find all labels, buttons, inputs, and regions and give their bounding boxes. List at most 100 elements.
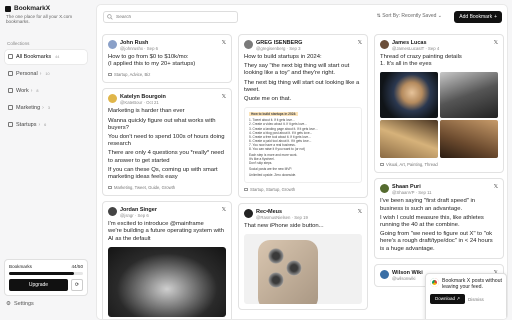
add-bookmark-button[interactable]: Add Bookmark +	[454, 11, 502, 23]
avatar[interactable]	[380, 184, 389, 194]
bookmark-logo-icon	[5, 5, 11, 12]
doc-line: Don't skip steps.	[249, 161, 273, 166]
author-handle: @RasmusNielsen · Sep 19	[256, 214, 308, 220]
tweet-line: (I applied this to my 20+ startups)	[108, 61, 196, 68]
tweet-document-image[interactable]: How to build startups in 2024: 1. Tweet …	[244, 107, 362, 183]
painting-image[interactable]	[440, 72, 498, 119]
x-logo-icon[interactable]: 𝕏	[494, 184, 498, 190]
app-tagline: The one place for all your X.com bookmar…	[6, 14, 73, 25]
chevron-down-icon: ⌄	[436, 13, 442, 19]
bookmark-card[interactable]: Rec•Meus @RasmusNielsen · Sep 19 𝕏 That ne…	[238, 202, 368, 310]
x-logo-icon[interactable]: 𝕏	[222, 94, 226, 100]
usage-value: 44/50	[71, 264, 84, 269]
doc-line: Social posts are the new MVP.	[249, 167, 292, 172]
x-logo-icon[interactable]: 𝕏	[358, 209, 362, 215]
extension-popup: Bookmark X posts without leaving your fe…	[425, 273, 507, 319]
sidebar-item-count: 6	[44, 122, 47, 127]
brand[interactable]: BookmarkX	[5, 5, 87, 12]
bookmark-card[interactable]: GREG ISENBERG @gregisenberg · Sep 3𝕏 How …	[238, 34, 368, 198]
usage-progress-bar	[9, 272, 83, 275]
sidebar-item-all-bookmarks[interactable]: All Bookmarks 44	[5, 49, 87, 64]
tweet-line: Marketing is harder than ever	[108, 108, 185, 115]
tweet-text: I've been saying "first draft speed" in …	[380, 198, 498, 252]
tweet-image-gallery[interactable]	[380, 72, 498, 159]
app-window: BookmarkX The one place for all your X.c…	[0, 0, 512, 320]
sidebar-item-label: All Bookmarks	[16, 53, 52, 60]
avatar[interactable]	[380, 269, 389, 279]
chevron-right-icon: ›	[30, 87, 33, 94]
painting-image[interactable]	[380, 72, 438, 119]
folder-icon	[8, 71, 13, 77]
tweet-line: How to build startups in 2024:	[244, 54, 322, 60]
tags-text: Marketing, Tweet, Guide, Growth	[114, 185, 176, 191]
tweet-line: The next big thing will start out lookin…	[244, 79, 360, 93]
bookmark-card[interactable]: Katelyn Bourgoin @KateBour · Oct 21 𝕏 Mark…	[102, 88, 232, 197]
usage-label: Bookmarks	[9, 264, 32, 269]
toolbar: ⇅ Sort By: Recently Saved ⌄ Add Bookmark…	[103, 11, 502, 23]
avatar[interactable]	[380, 40, 389, 49]
folder-icon	[380, 163, 384, 167]
refresh-icon[interactable]: ⟳	[71, 279, 83, 291]
tags-text: Visual, Art, Painting, Thread	[386, 162, 438, 168]
tweet-text: How to build startups in 2024: They say …	[244, 54, 362, 103]
bookmark-card[interactable]: John Rush @johnrushx · Sep 6𝕏 How to go f…	[102, 34, 232, 84]
avatar[interactable]	[244, 208, 253, 218]
sidebar-item-work[interactable]: Work › 8	[5, 84, 87, 98]
column-3: James Lucas @JamesLucasIT · Sep 4𝕏 Thread…	[374, 34, 504, 292]
tweet-line: If you can these Qs, coming up with smar…	[108, 166, 218, 181]
settings-label: Settings	[13, 301, 34, 307]
tag-list[interactable]: Startup, Startup, Growth	[244, 187, 362, 192]
search-input[interactable]	[116, 14, 231, 20]
dismiss-button[interactable]: Dismiss	[468, 297, 484, 302]
tag-list[interactable]: Visual, Art, Painting, Thread	[380, 162, 498, 167]
tweet-image[interactable]	[108, 246, 226, 317]
tag-list[interactable]: Startup, Advice, Biz	[108, 72, 226, 77]
author-handle: @JamesLucasIT · Sep 4	[392, 46, 440, 51]
avatar[interactable]	[108, 40, 117, 49]
sidebar-item-label: Work	[16, 87, 29, 94]
avatar[interactable]	[244, 40, 253, 49]
x-logo-icon[interactable]: 𝕏	[222, 40, 226, 46]
avatar[interactable]	[108, 207, 117, 217]
sidebar-item-label: Personal	[16, 70, 38, 77]
x-logo-icon[interactable]: 𝕏	[358, 40, 362, 46]
app-name: BookmarkX	[14, 5, 51, 12]
chevron-right-icon: ›	[42, 104, 44, 111]
tweet-line: You don't need to spend 100s of hours do…	[108, 134, 225, 148]
sort-dropdown[interactable]: ⇅ Sort By: Recently Saved ⌄	[377, 13, 442, 19]
bookmark-card[interactable]: Jordan Singer @jsngr · Sep 6𝕏 I'm excited…	[102, 201, 232, 319]
folder-icon	[8, 105, 13, 111]
sidebar-item-marketing[interactable]: Marketing › 3	[5, 101, 87, 115]
camera-lens	[268, 247, 284, 264]
tags-text: Startup, Advice, Biz	[114, 72, 151, 78]
bookmark-card[interactable]: James Lucas @JamesLucasIT · Sep 4𝕏 Thread…	[374, 34, 504, 174]
sidebar-item-startups[interactable]: Startups › 6	[5, 118, 87, 132]
x-logo-icon[interactable]: 𝕏	[222, 207, 226, 213]
tweet-text: That new iPhone side button...	[244, 223, 362, 230]
search-box[interactable]	[103, 11, 238, 23]
painting-image[interactable]	[440, 120, 498, 159]
tweet-line: Wanna quickly figure out what works with…	[108, 117, 216, 131]
tweet-line: How to go from $0 to $10k/mo:	[108, 54, 189, 60]
camera-lens	[286, 259, 302, 276]
bookmark-card[interactable]: Shaan Puri @ShaanVP · Sep 11 𝕏 I've been s…	[374, 178, 504, 259]
download-extension-button[interactable]: Download ↗	[430, 294, 466, 305]
folder-icon	[8, 122, 13, 128]
tag-list[interactable]: Marketing, Tweet, Guide, Growth	[108, 185, 226, 190]
sidebar-item-label: Startups	[16, 121, 37, 128]
x-logo-icon[interactable]: 𝕏	[494, 40, 498, 46]
settings-link[interactable]: ⚙ Settings	[6, 301, 34, 307]
painting-image[interactable]	[380, 120, 438, 159]
tweet-image[interactable]	[244, 233, 362, 304]
doc-line: 8. You can raise it if you want to (or n…	[249, 146, 305, 151]
collections-nav: All Bookmarks 44 Personal › 10 Work › 8 Marke…	[5, 49, 87, 132]
avatar[interactable]	[108, 94, 117, 104]
camera-lens	[268, 271, 284, 288]
sidebar-item-count: 8	[36, 88, 39, 93]
tweet-line: That new iPhone side button...	[244, 222, 324, 229]
tweet-line: They say "the next big thing will start …	[244, 63, 350, 77]
doc-title: How to build startups in 2024:	[249, 112, 299, 117]
upgrade-button[interactable]: Upgrade	[9, 279, 68, 291]
sidebar-item-personal[interactable]: Personal › 10	[5, 67, 87, 81]
folder-icon	[108, 186, 112, 190]
